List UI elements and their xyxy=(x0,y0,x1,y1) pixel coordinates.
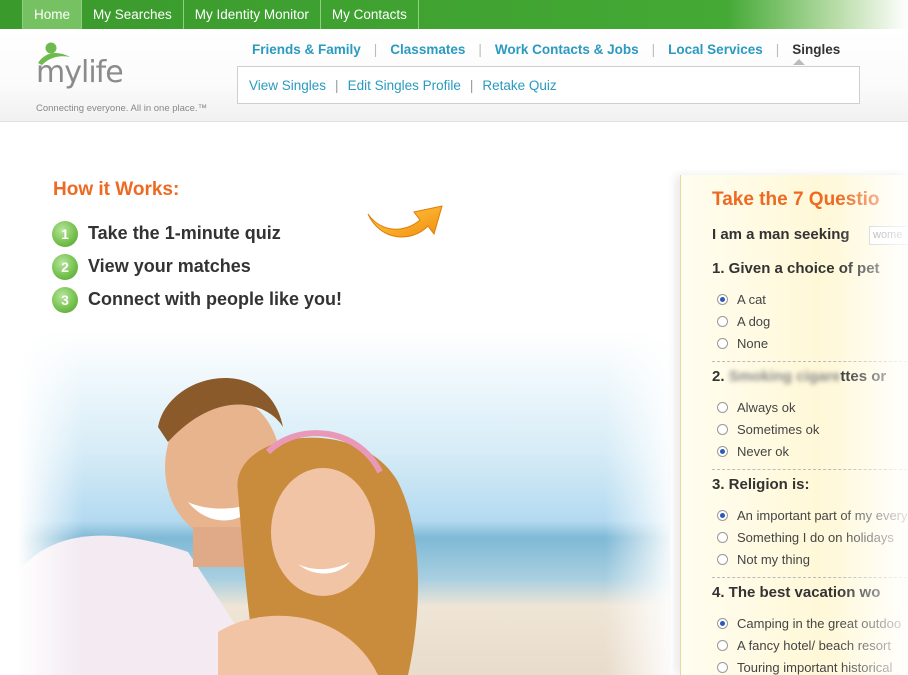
subnav-separator: | xyxy=(469,77,474,93)
question-2-label: 2. Smoking cigarettes or xyxy=(712,368,886,385)
radio-option[interactable]: Not my thing xyxy=(717,552,810,567)
radio-option[interactable]: Sometimes ok xyxy=(717,422,819,437)
category-nav: Friends & Family | Classmates | Work Con… xyxy=(252,42,840,57)
radio-icon[interactable] xyxy=(717,316,728,327)
category-work-contacts-jobs[interactable]: Work Contacts & Jobs xyxy=(495,42,639,57)
radio-icon[interactable] xyxy=(717,446,728,457)
radio-icon[interactable] xyxy=(717,338,728,349)
option-label: Not my thing xyxy=(737,552,810,567)
radio-icon[interactable] xyxy=(717,662,728,673)
header: mylife Connecting everyone. All in one p… xyxy=(0,29,908,122)
nav-separator: | xyxy=(373,42,378,57)
step-item: 1 Take the 1-minute quiz xyxy=(52,217,342,250)
radio-icon[interactable] xyxy=(717,618,728,629)
radio-option[interactable]: A cat xyxy=(717,292,766,307)
step-number-icon: 3 xyxy=(52,286,78,313)
question-3-label: 3. Religion is: xyxy=(712,476,810,493)
logo-wordmark: mylife xyxy=(36,55,124,90)
radio-option[interactable]: Something I do on holidays xyxy=(717,530,894,545)
active-category-caret-icon xyxy=(793,59,805,65)
radio-icon[interactable] xyxy=(717,402,728,413)
curved-arrow-icon xyxy=(367,205,443,238)
question-divider xyxy=(712,361,908,362)
radio-option[interactable]: Camping in the great outdoo xyxy=(717,616,901,631)
radio-icon[interactable] xyxy=(717,294,728,305)
option-label: A dog xyxy=(737,314,771,329)
radio-icon[interactable] xyxy=(717,640,728,651)
radio-icon[interactable] xyxy=(717,554,728,565)
radio-icon[interactable] xyxy=(717,510,728,521)
option-label: Camping in the great outdoo xyxy=(737,616,902,631)
radio-option[interactable]: A dog xyxy=(717,314,770,329)
question-number: 2. xyxy=(712,368,725,385)
singles-subnav: View Singles | Edit Singles Profile | Re… xyxy=(237,66,860,104)
category-singles[interactable]: Singles xyxy=(792,42,840,57)
question-1-label: 1. Given a choice of pet xyxy=(712,260,880,277)
link-retake-quiz[interactable]: Retake Quiz xyxy=(482,78,556,93)
category-friends-family[interactable]: Friends & Family xyxy=(252,42,361,57)
option-label: A fancy hotel/ beach resort xyxy=(737,638,891,653)
option-label: A cat xyxy=(737,292,766,307)
option-label: Touring important historical xyxy=(737,660,893,675)
top-nav: Home My Searches My Identity Monitor My … xyxy=(0,0,908,29)
mylife-logo[interactable]: mylife Connecting everyone. All in one p… xyxy=(36,41,236,121)
seeking-label: I am a man seeking xyxy=(712,226,850,243)
nav-separator: | xyxy=(478,42,482,57)
steps-list: 1 Take the 1-minute quiz 2 View your mat… xyxy=(52,217,342,316)
radio-option[interactable]: Always ok xyxy=(717,400,796,415)
subnav-separator: | xyxy=(335,77,339,93)
how-it-works-title: How it Works: xyxy=(53,179,180,200)
radio-option[interactable]: None xyxy=(717,336,768,351)
tab-my-contacts[interactable]: My Contacts xyxy=(321,0,419,29)
radio-option[interactable]: A fancy hotel/ beach resort xyxy=(717,638,891,653)
tab-home[interactable]: Home xyxy=(22,0,83,29)
tab-my-identity-monitor[interactable]: My Identity Monitor xyxy=(184,0,321,29)
link-view-singles[interactable]: View Singles xyxy=(249,78,326,93)
option-label: Never ok xyxy=(737,444,790,459)
question-4-label: 4. The best vacation wo xyxy=(712,584,881,601)
step-item: 3 Connect with people like you! xyxy=(52,283,342,316)
nav-separator: | xyxy=(775,42,780,57)
blurred-text: Smoking cigare xyxy=(728,368,841,385)
tab-my-searches[interactable]: My Searches xyxy=(82,0,184,29)
step-number-icon: 1 xyxy=(52,220,78,247)
radio-option[interactable]: Touring important historical xyxy=(717,660,892,675)
step-text: Take the 1-minute quiz xyxy=(88,223,281,243)
question-text: ttes or xyxy=(840,368,887,385)
step-number-icon: 2 xyxy=(52,253,78,280)
logo-tagline: Connecting everyone. All in one place.™ xyxy=(36,103,208,114)
seeking-select[interactable]: wome xyxy=(869,226,908,245)
question-divider xyxy=(712,577,908,578)
radio-option[interactable]: Never ok xyxy=(717,444,789,459)
option-label: Sometimes ok xyxy=(737,422,820,437)
link-edit-singles-profile[interactable]: Edit Singles Profile xyxy=(348,78,461,93)
option-label: An important part of my every xyxy=(737,508,908,523)
radio-option[interactable]: An important part of my every xyxy=(717,508,908,523)
quiz-title: Take the 7 Questio xyxy=(712,189,880,210)
option-label: Something I do on holidays xyxy=(737,530,894,545)
step-item: 2 View your matches xyxy=(52,250,342,283)
category-local-services[interactable]: Local Services xyxy=(668,42,763,57)
radio-icon[interactable] xyxy=(717,532,728,543)
option-label: Always ok xyxy=(737,400,796,415)
option-label: None xyxy=(737,336,769,351)
step-text: Connect with people like you! xyxy=(88,289,343,309)
quiz-panel: Take the 7 Questio I am a man seeking wo… xyxy=(680,175,908,675)
question-divider xyxy=(712,469,908,470)
nav-separator: | xyxy=(651,42,656,57)
category-classmates[interactable]: Classmates xyxy=(390,42,465,57)
radio-icon[interactable] xyxy=(717,424,728,435)
couple-photo xyxy=(18,332,670,675)
step-text: View your matches xyxy=(88,256,251,276)
